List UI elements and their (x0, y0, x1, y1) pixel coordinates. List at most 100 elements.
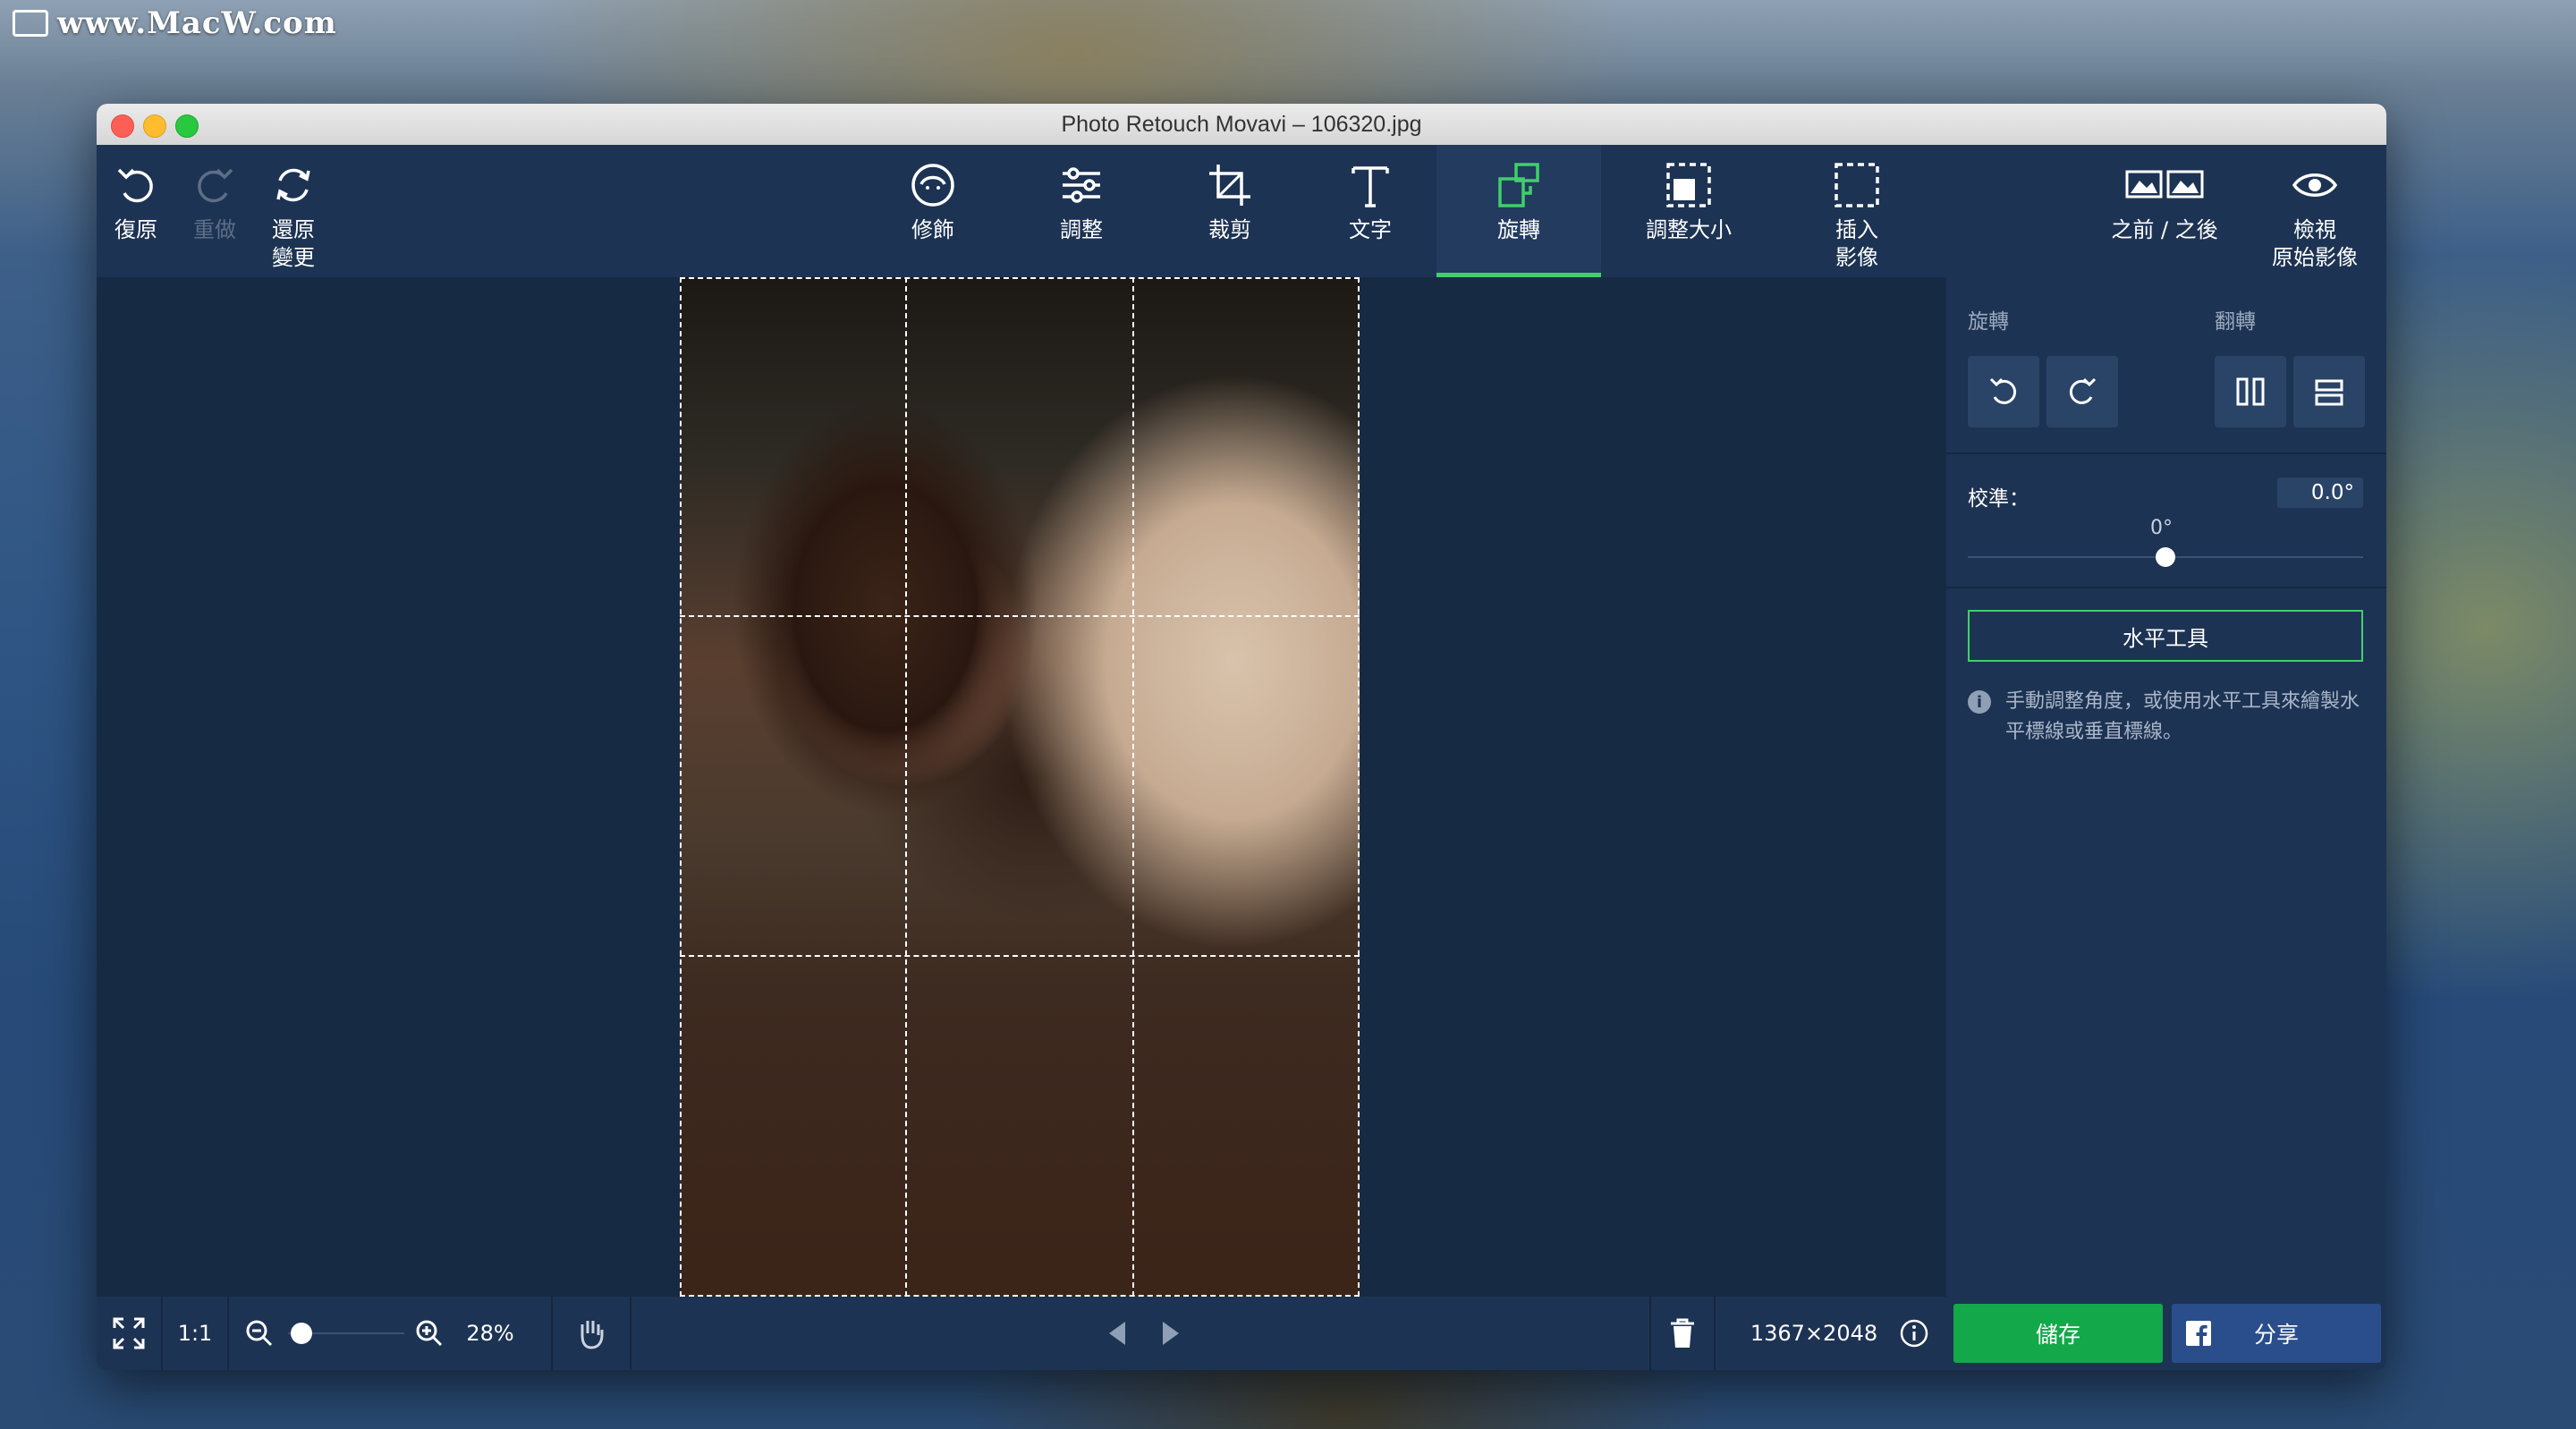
divider (227, 1297, 229, 1370)
dimensions-text: 1367×2048 (1750, 1321, 1878, 1346)
flip-vertical-icon (2315, 379, 2343, 406)
zoom-in-button[interactable] (410, 1297, 449, 1370)
rotate-icon (1498, 163, 1539, 207)
minimize-button[interactable] (143, 114, 166, 138)
reset-label: 還原 變更 (272, 217, 315, 270)
image-info-button[interactable] (1894, 1297, 1934, 1370)
zoom-out-icon (246, 1320, 273, 1347)
adjust-label: 調整 (1060, 217, 1103, 242)
redo-label: 重做 (193, 217, 236, 242)
flip-vertical-button[interactable] (2293, 356, 2365, 427)
bottom-bar: 1:1 28% 1367×2048 儲存 分享 (97, 1297, 2386, 1370)
triangle-right-icon (1163, 1322, 1179, 1345)
reset-changes-button[interactable]: 還原 變更 (254, 145, 333, 277)
save-button[interactable]: 儲存 (1953, 1304, 2163, 1363)
trash-icon (1671, 1318, 1694, 1348)
text-label: 文字 (1349, 217, 1392, 242)
rotate-label: 旋轉 (1497, 217, 1540, 242)
insert-label: 插入 影像 (1835, 217, 1878, 270)
grid-line-vertical (905, 277, 907, 1297)
level-tool-button[interactable]: 水平工具 (1968, 610, 2363, 662)
zoom-in-icon (416, 1320, 443, 1347)
tab-resize[interactable]: 調整大小 (1601, 145, 1776, 277)
tab-crop[interactable]: 裁剪 (1156, 145, 1304, 277)
divider (1946, 587, 2386, 588)
zoom-out-button[interactable] (240, 1297, 279, 1370)
rotate-panel: 旋轉 翻轉 校準： 0.0° 0° 水平工具 i 手動調整角度，或使用水平工具來… (1946, 277, 2386, 1297)
tab-adjust[interactable]: 調整 (1007, 145, 1156, 277)
retouch-label: 修飾 (911, 217, 954, 242)
divider (1714, 1297, 1716, 1370)
hand-tool-button[interactable] (553, 1297, 630, 1370)
grid-line-vertical (1132, 277, 1134, 1297)
straighten-slider-thumb[interactable] (2156, 547, 2175, 567)
before-after-icon (2125, 170, 2204, 199)
sliders-icon (1063, 167, 1100, 203)
reset-icon (276, 168, 310, 202)
resize-label: 調整大小 (1646, 217, 1732, 242)
grid-overlay (680, 277, 1360, 1297)
flip-horizontal-button[interactable] (2215, 356, 2286, 427)
before-after-label: 之前 / 之後 (2111, 217, 2218, 242)
maximize-button[interactable] (175, 114, 199, 138)
fullscreen-icon (113, 1317, 145, 1349)
triangle-left-icon (1109, 1322, 1125, 1345)
slider-value-label: 0° (2150, 517, 2173, 539)
tab-text[interactable]: 文字 (1304, 145, 1436, 277)
redo-button[interactable]: 重做 (175, 145, 254, 277)
divider (1946, 452, 2386, 454)
rotate-right-button[interactable] (2046, 356, 2118, 427)
face-icon (911, 164, 954, 207)
info-text: 手動調整角度，或使用水平工具來繪製水平標線或垂直標線。 (2005, 690, 2360, 743)
window-title: Photo Retouch Movavi – 106320.jpg (1061, 111, 1422, 137)
rotate-left-icon (1989, 377, 2017, 404)
insert-image-icon (1835, 163, 1879, 207)
next-image-button[interactable] (1148, 1297, 1193, 1370)
tab-insert-image[interactable]: 插入 影像 (1776, 145, 1937, 277)
info-circle-icon (1900, 1319, 1928, 1348)
rotate-left-button[interactable] (1968, 356, 2039, 427)
delete-button[interactable] (1651, 1297, 1714, 1370)
grid-line-horizontal (680, 615, 1360, 617)
straighten-value-field[interactable]: 0.0° (2277, 478, 2363, 508)
image-dimensions: 1367×2048 (1733, 1297, 1894, 1370)
level-tool-label: 水平工具 (2123, 625, 2208, 651)
zoom-level: 28% (454, 1297, 526, 1370)
save-label: 儲存 (2035, 1322, 2080, 1348)
actual-size-label: 1:1 (177, 1321, 213, 1346)
text-icon (1352, 166, 1389, 207)
undo-button[interactable]: 復原 (97, 145, 175, 277)
monitor-icon (13, 10, 48, 37)
undo-icon (117, 168, 153, 203)
tab-rotate[interactable]: 旋轉 (1436, 145, 1601, 277)
previous-image-button[interactable] (1095, 1297, 1140, 1370)
zoom-slider-thumb[interactable] (290, 1323, 312, 1344)
hand-icon (580, 1321, 604, 1349)
fullscreen-button[interactable] (97, 1297, 161, 1370)
view-original-label: 檢視 原始影像 (2272, 217, 2358, 270)
close-button[interactable] (111, 114, 134, 138)
image-canvas[interactable] (97, 277, 1946, 1297)
rotate-right-icon (2069, 377, 2097, 404)
tab-retouch[interactable]: 修飾 (859, 145, 1007, 277)
crop-label: 裁剪 (1208, 217, 1251, 242)
resize-icon (1666, 163, 1711, 207)
actual-size-button[interactable]: 1:1 (163, 1297, 227, 1370)
zoom-percentage: 28% (466, 1321, 514, 1346)
title-bar: Photo Retouch Movavi – 106320.jpg (97, 104, 2386, 146)
straighten-value: 0.0° (2310, 481, 2354, 504)
info-icon: i (1968, 690, 1991, 714)
flip-header: 翻轉 (2215, 310, 2256, 334)
view-original-button[interactable]: 檢視 原始影像 (2243, 145, 2386, 277)
redo-icon (198, 168, 233, 203)
share-button[interactable]: 分享 (2172, 1304, 2381, 1363)
before-after-button[interactable]: 之前 / 之後 (2086, 145, 2243, 277)
divider (630, 1297, 631, 1370)
undo-label: 復原 (114, 217, 157, 242)
facebook-icon (2186, 1321, 2211, 1346)
eye-icon (2292, 173, 2338, 197)
flip-horizontal-icon (2236, 377, 2265, 406)
toolbar: 復原 重做 還原 變更 修飾 調整 裁剪 文字 旋轉 調整大小 插入 影像 之前… (97, 145, 2386, 277)
share-label: 分享 (2253, 1322, 2299, 1348)
watermark-text: www.MacW.com (57, 5, 337, 41)
